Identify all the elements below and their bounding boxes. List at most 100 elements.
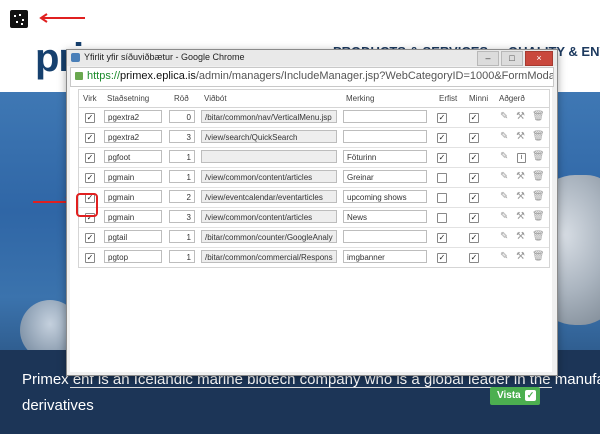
rod-field[interactable]: 3 (169, 210, 195, 223)
virk-checkbox[interactable]: ✓ (85, 133, 95, 143)
merking-field[interactable] (343, 110, 427, 123)
vidbot-field[interactable] (201, 150, 337, 163)
wrench-icon[interactable]: ⚒ (516, 172, 525, 182)
stadsetning-field[interactable]: pgextra2 (104, 130, 162, 143)
maximize-button[interactable]: □ (501, 51, 523, 66)
table-row: ✓ pgmain 1/view/common/content/articles Gre… (79, 168, 549, 188)
trash-icon[interactable]: 🗑 (532, 172, 545, 182)
col-stadsetning: Staðsetning (107, 94, 150, 103)
rod-field[interactable]: 1 (169, 170, 195, 183)
merking-field[interactable]: Greinar (343, 170, 427, 183)
rod-field[interactable]: 1 (169, 250, 195, 263)
erfist-checkbox[interactable]: ✓ (437, 253, 447, 263)
erfist-checkbox[interactable] (437, 193, 447, 203)
wrench-icon[interactable]: ⚒ (516, 212, 525, 222)
pencil-icon[interactable]: ✎ (500, 132, 508, 142)
trash-icon[interactable]: 🗑 (532, 152, 545, 162)
virk-checkbox[interactable]: ✓ (85, 233, 95, 243)
url-scheme: https:// (87, 70, 121, 82)
pencil-icon[interactable]: ✎ (500, 232, 508, 242)
pencil-icon[interactable]: ✎ (500, 152, 508, 162)
rod-field[interactable]: 2 (169, 190, 195, 203)
trash-icon[interactable]: 🗑 (532, 132, 545, 142)
vidbot-field[interactable]: /bitar/common/nav/VerticalMenu.jsp (201, 110, 337, 123)
erfist-checkbox[interactable]: ✓ (437, 113, 447, 123)
rod-field[interactable]: 1 (169, 230, 195, 243)
minni-checkbox[interactable]: ✓ (469, 253, 479, 263)
red-arrow-left-icon (39, 13, 85, 23)
stadsetning-field[interactable]: pgfoot (104, 150, 162, 163)
merking-field[interactable] (343, 230, 427, 243)
pencil-icon[interactable]: ✎ (500, 112, 508, 122)
erfist-checkbox[interactable] (437, 213, 447, 223)
stadsetning-field[interactable]: pgtop (104, 250, 162, 263)
lock-icon (75, 72, 83, 80)
footer-divider (70, 387, 552, 388)
vidbot-field[interactable]: /view/common/content/articles (201, 170, 337, 183)
virk-checkbox[interactable]: ✓ (85, 253, 95, 263)
trash-icon[interactable]: 🗑 (532, 212, 545, 222)
rod-field[interactable]: 3 (169, 130, 195, 143)
minni-checkbox[interactable]: ✓ (469, 173, 479, 183)
erfist-checkbox[interactable]: ✓ (437, 153, 447, 163)
vidbot-field[interactable]: /view/eventcalendar/eventarticles (201, 190, 337, 203)
wrench-icon[interactable]: ⚒ (516, 192, 525, 202)
vidbot-field[interactable]: /bitar/common/commercial/Respons (201, 250, 337, 263)
merking-field[interactable]: upcoming shows (343, 190, 427, 203)
trash-icon[interactable]: 🗑 (532, 192, 545, 202)
wrench-icon[interactable]: ⚒ (516, 112, 525, 122)
merking-field[interactable]: News (343, 210, 427, 223)
address-bar[interactable]: https://primex.eplica.is/admin/managers/… (70, 67, 554, 87)
wrench-icon[interactable]: ⚒ (516, 232, 525, 242)
minimize-button[interactable]: – (477, 51, 499, 66)
trash-icon[interactable]: 🗑 (532, 232, 545, 242)
stadsetning-field[interactable]: pgmain (104, 190, 162, 203)
trash-icon[interactable]: 🗑 (532, 112, 545, 122)
col-rod: Röð (174, 94, 189, 103)
merking-field[interactable]: imgbanner (343, 250, 427, 263)
table-row: ✓ pgextra2 0/bitar/common/nav/VerticalMenu… (79, 108, 549, 128)
erfist-checkbox[interactable] (437, 173, 447, 183)
minni-checkbox[interactable]: ✓ (469, 233, 479, 243)
pencil-icon[interactable]: ✎ (500, 172, 508, 182)
minni-checkbox[interactable]: ✓ (469, 113, 479, 123)
info-icon[interactable]: i (517, 153, 526, 163)
wrench-icon[interactable]: ⚒ (516, 132, 525, 142)
pencil-icon[interactable]: ✎ (500, 192, 508, 202)
minni-checkbox[interactable]: ✓ (469, 193, 479, 203)
table-row: ✓ pgmain 2/view/eventcalendar/eventarticle… (79, 188, 549, 208)
close-button[interactable]: × (525, 51, 553, 66)
stadsetning-field[interactable]: pgtail (104, 230, 162, 243)
erfist-checkbox[interactable]: ✓ (437, 233, 447, 243)
minni-checkbox[interactable]: ✓ (469, 153, 479, 163)
window-titlebar[interactable]: Yfirlit yfir síðuviðbætur - Google Chrom… (67, 50, 557, 66)
col-minni: Minni (469, 94, 489, 103)
vidbot-field[interactable]: /bitar/common/counter/GoogleAnaly (201, 230, 337, 243)
pencil-icon[interactable]: ✎ (500, 252, 508, 262)
erfist-checkbox[interactable]: ✓ (437, 133, 447, 143)
wrench-icon[interactable]: ⚒ (516, 252, 525, 262)
rod-field[interactable]: 0 (169, 110, 195, 123)
url-text: https://primex.eplica.is/admin/managers/… (87, 70, 553, 82)
vidbot-field[interactable]: /view/common/content/articles (201, 210, 337, 223)
minni-checkbox[interactable]: ✓ (469, 133, 479, 143)
window-content: Virk Staðsetning Röð Viðbót Merking Erfi… (70, 87, 552, 405)
table-row: ✓ pgextra2 3/view/search/QuickSearch ✓ ✓ ✎ ⚒ 🗑 (79, 128, 549, 148)
merking-field[interactable] (343, 130, 427, 143)
trash-icon[interactable]: 🗑 (532, 252, 545, 262)
vidbot-field[interactable]: /view/search/QuickSearch (201, 130, 337, 143)
merking-field[interactable]: Föturinn (343, 150, 427, 163)
stadsetning-field[interactable]: pgmain (104, 170, 162, 183)
rod-field[interactable]: 1 (169, 150, 195, 163)
minni-checkbox[interactable]: ✓ (469, 213, 479, 223)
virk-checkbox[interactable]: ✓ (85, 113, 95, 123)
virk-checkbox[interactable]: ✓ (85, 153, 95, 163)
table-header: Virk Staðsetning Röð Viðbót Merking Erfi… (79, 90, 549, 108)
col-virk: Virk (83, 94, 97, 103)
save-button[interactable]: Vista ✓ (490, 387, 540, 405)
stadsetning-field[interactable]: pgmain (104, 210, 162, 223)
pencil-icon[interactable]: ✎ (500, 212, 508, 222)
table-row: ✓ pgtail 1/bitar/common/counter/GoogleAnal… (79, 228, 549, 248)
virk-checkbox[interactable]: ✓ (85, 173, 95, 183)
stadsetning-field[interactable]: pgextra2 (104, 110, 162, 123)
